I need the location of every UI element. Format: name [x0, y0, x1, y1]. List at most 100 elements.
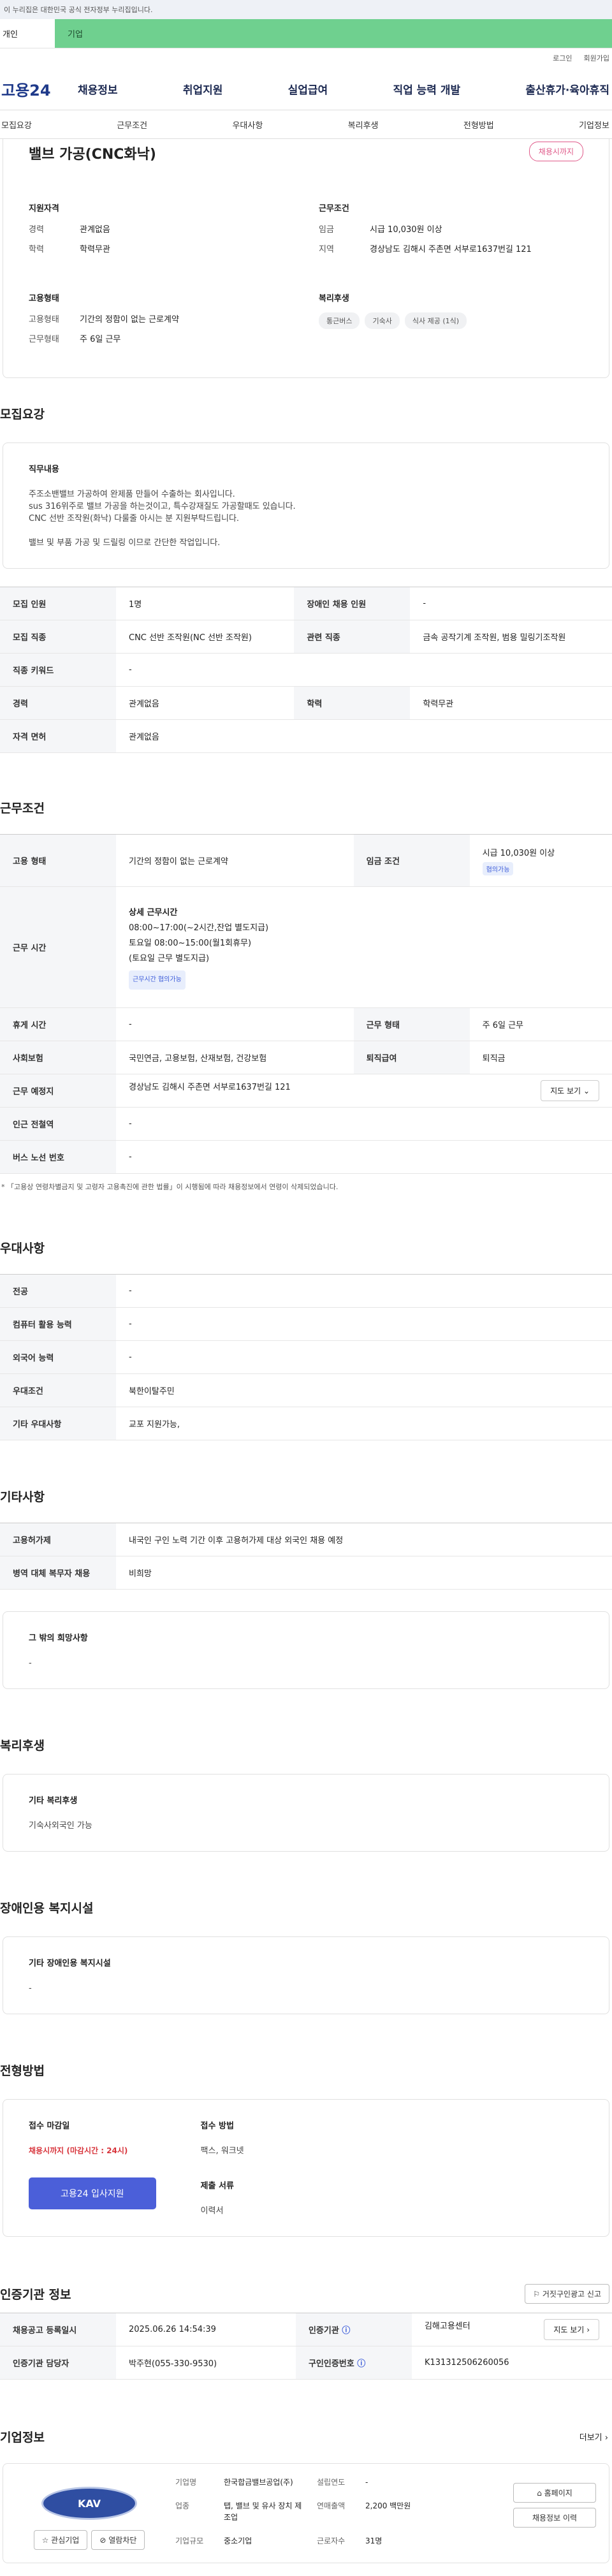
cell-key: 사회보험	[0, 1041, 116, 1074]
global-nav: 고용24 채용정보 취업지원 실업급여 직업 능력 개발 출산휴가·육아휴직	[0, 68, 612, 110]
box-title: 접수 방법	[200, 2121, 234, 2131]
cell-value: 기간의 정함이 없는 근로계약	[116, 834, 354, 887]
etc-table: 고용허가제 내국인 구인 노력 기간 이후 고용허가제 대상 외국인 채용 예정 …	[0, 1523, 612, 1590]
condition-group: 근무조건 임금 시급 10,030원 이상 지역 경상남도 김해시 주촌면 서부로1…	[319, 201, 583, 262]
gnb-item[interactable]: 출산휴가·육아휴직	[525, 81, 609, 97]
time-negotiable-chip: 근무시간 협의가능	[129, 970, 186, 990]
cert-section: 인증기관 정보 ⚐ 거짓구인광고 신고 채용공고 등록일시 2025.06.26 …	[0, 2284, 612, 2380]
gnb-item[interactable]: 채용정보	[78, 81, 118, 97]
info-icon[interactable]: ⓘ	[342, 2326, 350, 2336]
cell-value: 박주현(055-330-9530)	[116, 2346, 296, 2380]
hire-history-button[interactable]: 채용정보 이력	[513, 2508, 596, 2528]
table-row: 컴퓨터 활용 능력 -	[0, 1307, 612, 1341]
util-links: 로그인 회원가입	[0, 48, 612, 68]
more-link[interactable]: 더보기 ›	[579, 2431, 608, 2443]
cell-key: 모집 직종	[0, 620, 116, 654]
table-row: 사회보험 국민연금, 고용보험, 산재보험, 건강보험 퇴직급여 퇴직금	[0, 1041, 612, 1074]
group-title: 고용형태	[29, 294, 59, 304]
docs-value: 이력서	[200, 2206, 224, 2216]
chevron-right-icon: ›	[604, 2433, 608, 2443]
section-title: 기업정보	[0, 2431, 45, 2445]
table-row: 직종 키워드 -	[0, 653, 612, 687]
cell-key-label: 인증기관	[308, 2326, 339, 2336]
cell-key: 컴퓨터 활용 능력	[0, 1307, 116, 1341]
box-title: 기타 복리후생	[29, 1796, 78, 1806]
table-row: 우대조건 북한이탈주민	[0, 1373, 612, 1407]
agency-cell: 김해고용센터 지도 보기 ›	[411, 2313, 612, 2346]
time-line: (토요일 근무 별도지급)	[129, 953, 210, 963]
info-key: 기업명	[175, 2478, 197, 2487]
cell-key: 임금 조건	[353, 834, 470, 887]
anchor-screening[interactable]: 전형방법	[463, 119, 494, 131]
box-value: -	[29, 1984, 32, 1993]
cell-value: -	[116, 1140, 612, 1174]
interest-button[interactable]: ☆ 관심기업	[33, 2530, 88, 2550]
place-value: 경상남도 김해시 주촌면 서부로1637번길 121	[129, 1083, 291, 1092]
cell-key: 인증기관 담당자	[0, 2346, 116, 2380]
report-button[interactable]: ⚐ 거짓구인광고 신고	[525, 2284, 609, 2304]
cell-value: 금속 공작기계 조작원, 범용 밀링기조작원	[410, 620, 612, 654]
table-row: 고용허가제 내국인 구인 노력 기간 이후 고용허가제 대상 외국인 채용 예정	[0, 1523, 612, 1556]
kv-key: 지역	[319, 245, 334, 254]
gnb-item[interactable]: 실업급여	[288, 81, 328, 97]
anchor-work[interactable]: 근무조건	[117, 119, 147, 131]
cell-key: 기타 우대사항	[0, 1407, 116, 1440]
cell-value: -	[116, 1340, 612, 1374]
method-col: 접수 방법 팩스, 워크넷 제출 서류 이력서	[201, 2119, 244, 2217]
table-row: 병역 대체 복무자 채용 비희망	[0, 1556, 612, 1590]
cell-value: 관계없음	[116, 719, 612, 753]
login-link[interactable]: 로그인	[553, 53, 572, 63]
map-button[interactable]: 지도 보기 ⌄	[541, 1080, 599, 1101]
kv-key: 경력	[29, 225, 44, 235]
duty-line: 밸브 및 부품 가공 및 드릴링 이므로 간단한 작업입니다.	[29, 538, 221, 548]
join-link[interactable]: 회원가입	[584, 53, 609, 63]
box-title: 기타 장애인용 복지시설	[29, 1959, 111, 1968]
cell-key: 외국어 능력	[0, 1340, 116, 1374]
age-note: * 「고용상 연령차별금지 및 고령자 고용촉진에 관한 법률」이 시행됨에 따…	[1, 1183, 339, 1191]
kv-value: 관계없음	[80, 225, 110, 235]
star-icon: ☆	[41, 2536, 49, 2545]
anchor-welfare[interactable]: 복리후생	[348, 119, 379, 131]
block-button[interactable]: ⊘ 열람차단	[91, 2530, 145, 2550]
anchor-company[interactable]: 기업정보	[579, 119, 609, 131]
cell-value: 학력무관	[410, 686, 612, 720]
box-value: -	[29, 1658, 32, 1668]
info-icon[interactable]: ⓘ	[357, 2359, 365, 2369]
work-section: 근무조건 고용 형태 기간의 정함이 없는 근로계약 임금 조건 시급 10,030원…	[0, 799, 612, 1192]
welfare-box: 기타 복리후생 기숙사외국인 가능	[3, 1774, 609, 1852]
gnb-item[interactable]: 직업 능력 개발	[393, 81, 460, 97]
welfare-chip: 기숙사	[365, 312, 400, 329]
info-value: 탭, 밸브 및 유사 장치 제조업	[224, 2501, 302, 2522]
cell-key: 근무 형태	[353, 1007, 470, 1041]
user-type-tabs: 개인 기업	[0, 19, 612, 48]
info-key: 업종	[175, 2501, 190, 2510]
homepage-button[interactable]: ⌂ 홈페이지	[513, 2483, 596, 2503]
cell-value: 2025.06.26 14:54:39	[116, 2313, 296, 2346]
duty-line: sus 316위주로 밸브 가공을 하는것이고, 특수강재질도 가공할때도 있습…	[29, 502, 296, 511]
anchor-prefer[interactable]: 우대사항	[232, 119, 263, 131]
method-value: 팩스, 워크넷	[200, 2146, 244, 2156]
kv-key: 고용형태	[29, 315, 59, 325]
cert-table: 채용공고 등록일시 2025.06.26 14:54:39 인증기관 ⓘ 김해고용센터…	[0, 2313, 612, 2380]
wage-cell: 시급 10,030원 이상 협의가능	[469, 834, 612, 887]
cell-value: 국민연금, 고용보험, 산재보험, 건강보험	[116, 1041, 354, 1074]
table-row: 전공 -	[0, 1274, 612, 1308]
deadline-col: 접수 마감일 채용시까지 (마감시간 : 24시) 고용24 입사지원	[29, 2119, 156, 2217]
cell-key: 관련 직종	[294, 620, 411, 654]
tab-business[interactable]: 기업	[55, 19, 612, 48]
tab-individual[interactable]: 개인	[0, 19, 55, 48]
site-logo[interactable]: 고용24	[1, 78, 78, 100]
anchor-recruit[interactable]: 모집요강	[1, 119, 32, 131]
cell-key: 고용허가제	[0, 1523, 116, 1556]
negotiable-chip: 협의가능	[482, 861, 514, 875]
agency-map-button[interactable]: 지도 보기 ›	[544, 2319, 599, 2340]
apply-button[interactable]: 고용24 입사지원	[29, 2177, 156, 2209]
gnb-item[interactable]: 취업지원	[183, 81, 223, 97]
time-line: 토요일 08:00~15:00(월1회휴무)	[129, 938, 252, 948]
map-button-label: 지도 보기	[550, 1087, 581, 1095]
cell-value: -	[116, 1307, 612, 1341]
cell-key: 우대조건	[0, 1373, 116, 1407]
job-title: 밸브 가공(CNC화낙)	[29, 147, 156, 163]
prefer-section: 우대사항 전공 - 컴퓨터 활용 능력 - 외국어 능력 - 우대조건 북한이탈주민 기…	[0, 1239, 612, 1440]
kv-value: 주 6일 근무	[80, 335, 121, 344]
